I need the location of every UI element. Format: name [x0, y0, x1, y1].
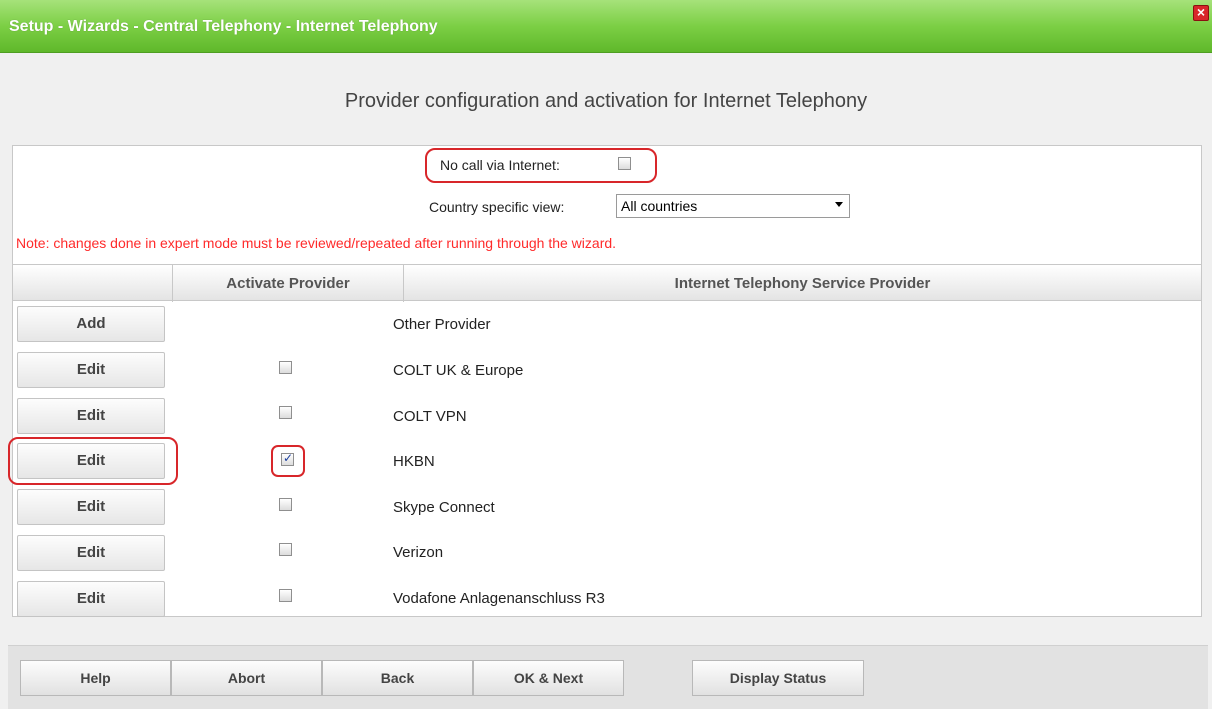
close-icon[interactable]: ×: [1193, 5, 1209, 21]
header-action: [13, 265, 173, 302]
country-select-value: All countries: [621, 198, 698, 214]
provider-name: COLT VPN: [393, 408, 467, 425]
page-heading: Provider configuration and activation fo…: [344, 90, 868, 112]
edit-provider-button[interactable]: Edit: [17, 398, 165, 434]
activate-provider-checkbox[interactable]: [279, 589, 292, 602]
no-call-label: No call via Internet:: [440, 157, 560, 173]
edit-provider-button[interactable]: Edit: [17, 581, 165, 617]
display-status-button[interactable]: Display Status: [692, 660, 864, 696]
add-provider-button[interactable]: Add: [17, 306, 165, 342]
window-title: Setup - Wizards - Central Telephony - In…: [9, 18, 438, 35]
activate-provider-checkbox[interactable]: [279, 543, 292, 556]
edit-provider-button[interactable]: Edit: [17, 443, 165, 479]
edit-provider-button[interactable]: Edit: [17, 535, 165, 571]
country-label: Country specific view:: [429, 199, 565, 215]
provider-name: HKBN: [393, 453, 435, 470]
no-call-checkbox[interactable]: [618, 157, 631, 170]
activate-provider-checkbox[interactable]: [279, 406, 292, 419]
provider-name: Other Provider: [393, 316, 491, 333]
header-activate-provider: Activate Provider: [173, 265, 404, 302]
activate-provider-checkbox[interactable]: [279, 498, 292, 511]
country-select[interactable]: All countries: [616, 194, 850, 218]
activate-provider-checkbox[interactable]: [279, 361, 292, 374]
provider-name: Skype Connect: [393, 499, 495, 516]
activate-provider-checkbox[interactable]: [281, 451, 294, 466]
edit-provider-button[interactable]: Edit: [17, 489, 165, 525]
provider-name: Verizon: [393, 544, 444, 561]
chevron-down-icon: [835, 202, 843, 207]
edit-provider-button[interactable]: Edit: [17, 352, 165, 388]
help-button[interactable]: Help: [20, 660, 171, 696]
provider-name: Vodafone Anlagenanschluss R3: [393, 590, 605, 607]
expert-mode-note: Note: changes done in expert mode must b…: [16, 235, 617, 251]
table-header: Activate Provider Internet Telephony Ser…: [13, 264, 1201, 302]
ok-next-button[interactable]: OK & Next: [473, 660, 624, 696]
title-bar: Setup - Wizards - Central Telephony - In…: [0, 0, 1212, 53]
provider-name: COLT UK & Europe: [393, 362, 524, 379]
content-panel: [12, 145, 1202, 617]
back-button[interactable]: Back: [322, 660, 473, 696]
abort-button[interactable]: Abort: [171, 660, 322, 696]
header-service-provider: Internet Telephony Service Provider: [674, 275, 931, 292]
